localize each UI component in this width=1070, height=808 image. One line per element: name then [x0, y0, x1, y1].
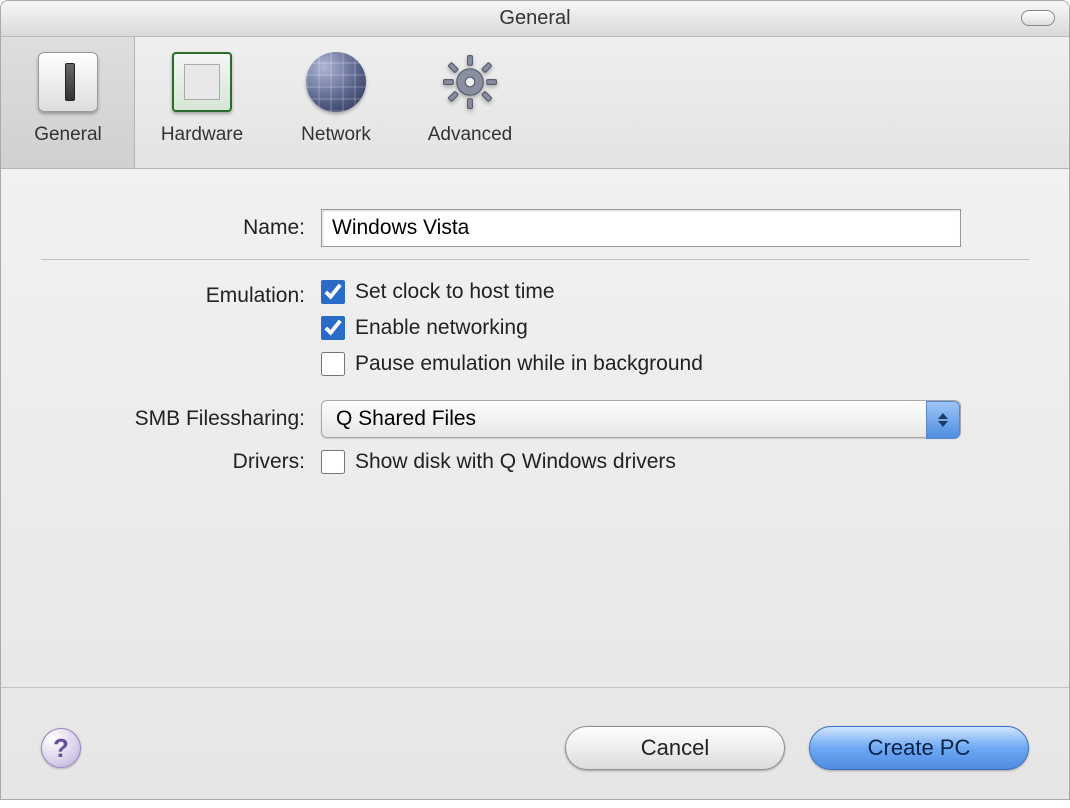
cancel-label: Cancel [641, 735, 709, 761]
tab-label: General [34, 124, 102, 146]
tab-network[interactable]: Network [269, 36, 403, 168]
switch-icon [34, 48, 102, 116]
pause-label: Pause emulation while in background [355, 352, 703, 376]
drivers-checkbox[interactable] [321, 450, 345, 474]
clock-checkbox[interactable] [321, 280, 345, 304]
window-title: General [499, 7, 570, 30]
networking-label: Enable networking [355, 316, 528, 340]
tab-general[interactable]: General [1, 36, 135, 168]
networking-checkbox[interactable] [321, 316, 345, 340]
pause-checkbox[interactable] [321, 352, 345, 376]
create-pc-button[interactable]: Create PC [809, 726, 1029, 770]
name-label: Name: [41, 216, 321, 240]
cancel-button[interactable]: Cancel [565, 726, 785, 770]
tab-label: Hardware [161, 124, 243, 146]
emulation-row: Emulation: Set clock to host time Enable… [41, 280, 1029, 388]
chevron-updown-icon [926, 401, 960, 439]
tab-label: Advanced [428, 124, 513, 146]
emulation-label: Emulation: [41, 280, 321, 308]
form-content: Name: Emulation: Set clock to host time … [1, 169, 1069, 659]
toolbar-pill-button[interactable] [1021, 10, 1055, 26]
toolbar: General Hardware Network Advanced [1, 37, 1069, 169]
separator [41, 259, 1029, 260]
smb-label: SMB Filessharing: [41, 407, 321, 431]
titlebar[interactable]: General [1, 1, 1069, 37]
create-label: Create PC [868, 735, 971, 761]
preferences-window: General General Hardware Network Adva [0, 0, 1070, 800]
tab-hardware[interactable]: Hardware [135, 36, 269, 168]
name-row: Name: [41, 209, 1029, 247]
tab-label: Network [301, 124, 371, 146]
gear-icon [436, 48, 504, 116]
name-input[interactable] [321, 209, 961, 247]
help-button[interactable]: ? [41, 728, 81, 768]
globe-icon [302, 48, 370, 116]
smb-select[interactable]: Q Shared Files [321, 400, 961, 438]
cpu-icon [168, 48, 236, 116]
footer: ? Cancel Create PC [1, 688, 1069, 808]
drivers-row: Drivers: Show disk with Q Windows driver… [41, 450, 1029, 474]
drivers-check-label: Show disk with Q Windows drivers [355, 450, 676, 474]
smb-row: SMB Filessharing: Q Shared Files [41, 400, 1029, 438]
question-icon: ? [53, 733, 69, 764]
drivers-label: Drivers: [41, 450, 321, 474]
clock-label: Set clock to host time [355, 280, 555, 304]
tab-advanced[interactable]: Advanced [403, 36, 537, 168]
smb-value: Q Shared Files [336, 407, 476, 431]
